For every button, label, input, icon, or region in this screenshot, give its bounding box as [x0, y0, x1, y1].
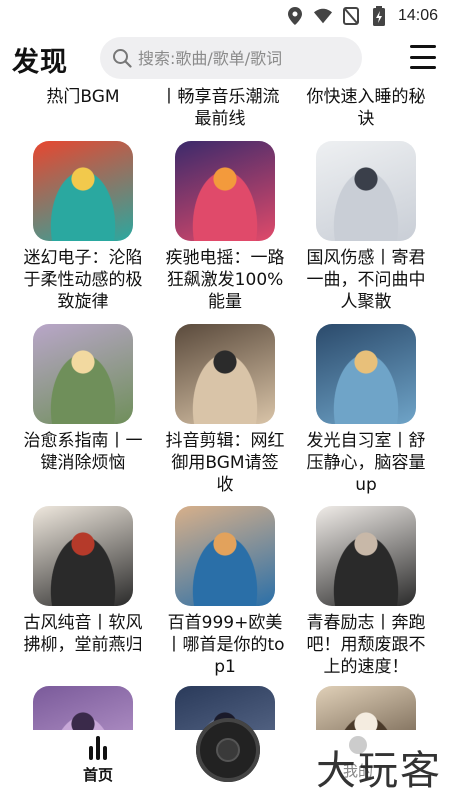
- playlist-cover[interactable]: [175, 324, 275, 424]
- playlist-card[interactable]: 古风纯音丨软风拂柳，堂前燕归: [23, 506, 143, 656]
- now-playing-disc[interactable]: [196, 718, 260, 782]
- playlist-card[interactable]: 发光自习室丨舒压静心，脑容量up: [306, 324, 426, 496]
- playlist-title[interactable]: 迷幻电子：沦陷于柔性动感的极致旋律: [23, 247, 143, 313]
- playlist-title[interactable]: 丨畅享音乐潮流最前线: [160, 86, 280, 130]
- playlist-cover[interactable]: [33, 686, 133, 730]
- playlist-grid[interactable]: 热门BGM 丨畅享音乐潮流最前线 你快速入睡的秘诀 迷幻电子：沦陷于柔性动感的极…: [0, 86, 450, 730]
- location-icon: [286, 7, 304, 25]
- disc-center-icon: [216, 738, 240, 762]
- watermark: 大玩客: [316, 748, 442, 794]
- search-icon: [112, 48, 132, 68]
- playlist-title[interactable]: 青春励志丨奔跑吧！用颓废跟不上的速度！: [306, 612, 426, 678]
- playlist-card[interactable]: [306, 686, 426, 730]
- playlist-card[interactable]: [23, 686, 143, 730]
- no-sim-icon: [342, 7, 360, 25]
- status-bar: 14:06: [0, 0, 450, 32]
- playlist-card[interactable]: 百首999+欧美丨哪首是你的top1: [165, 506, 285, 678]
- page-title: 发现: [12, 47, 68, 78]
- search-input[interactable]: [138, 48, 353, 68]
- playlist-card[interactable]: 国风伤感丨寄君一曲，不问曲中人聚散: [306, 141, 426, 313]
- bottom-nav: 首页 我的 大玩客: [0, 718, 450, 800]
- playlist-title[interactable]: 热门BGM: [23, 86, 143, 108]
- equalizer-icon: [87, 736, 109, 760]
- header: 发现: [0, 32, 450, 86]
- playlist-cover[interactable]: [33, 506, 133, 606]
- nav-home[interactable]: 首页: [70, 736, 126, 785]
- playlist-cover[interactable]: [175, 141, 275, 241]
- battery-charging-icon: [370, 6, 388, 26]
- nav-home-label: 首页: [82, 766, 113, 784]
- playlist-cover[interactable]: [316, 324, 416, 424]
- playlist-title[interactable]: 你快速入睡的秘诀: [306, 86, 426, 130]
- hamburger-menu-icon[interactable]: [410, 45, 436, 69]
- playlist-cover[interactable]: [175, 506, 275, 606]
- playlist-title[interactable]: 抖音剪辑：网红御用BGM请签收: [165, 430, 285, 496]
- status-time: 14:06: [397, 7, 438, 24]
- playlist-title[interactable]: 国风伤感丨寄君一曲，不问曲中人聚散: [306, 247, 426, 313]
- playlist-cover[interactable]: [316, 506, 416, 606]
- search-bar[interactable]: [100, 37, 362, 79]
- playlist-title[interactable]: 百首999+欧美丨哪首是你的top1: [165, 612, 285, 678]
- playlist-card[interactable]: 治愈系指南丨一键消除烦恼: [23, 324, 143, 474]
- playlist-cover[interactable]: [33, 324, 133, 424]
- playlist-card[interactable]: 抖音剪辑：网红御用BGM请签收: [165, 324, 285, 496]
- playlist-card[interactable]: 疾驰电摇：一路狂飙激发100%能量: [165, 141, 285, 313]
- playlist-card[interactable]: 迷幻电子：沦陷于柔性动感的极致旋律: [23, 141, 143, 313]
- playlist-title[interactable]: 治愈系指南丨一键消除烦恼: [23, 430, 143, 474]
- playlist-cover[interactable]: [33, 141, 133, 241]
- partial-row: 热门BGM 丨畅享音乐潮流最前线 你快速入睡的秘诀: [0, 86, 450, 132]
- playlist-card[interactable]: 青春励志丨奔跑吧！用颓废跟不上的速度！: [306, 506, 426, 678]
- playlist-title[interactable]: 古风纯音丨软风拂柳，堂前燕归: [23, 612, 143, 656]
- playlist-cover[interactable]: [316, 686, 416, 730]
- playlist-title[interactable]: 疾驰电摇：一路狂飙激发100%能量: [165, 247, 285, 313]
- wifi-icon: [313, 7, 332, 25]
- playlist-cover[interactable]: [316, 141, 416, 241]
- playlist-title[interactable]: 发光自习室丨舒压静心，脑容量up: [306, 430, 426, 496]
